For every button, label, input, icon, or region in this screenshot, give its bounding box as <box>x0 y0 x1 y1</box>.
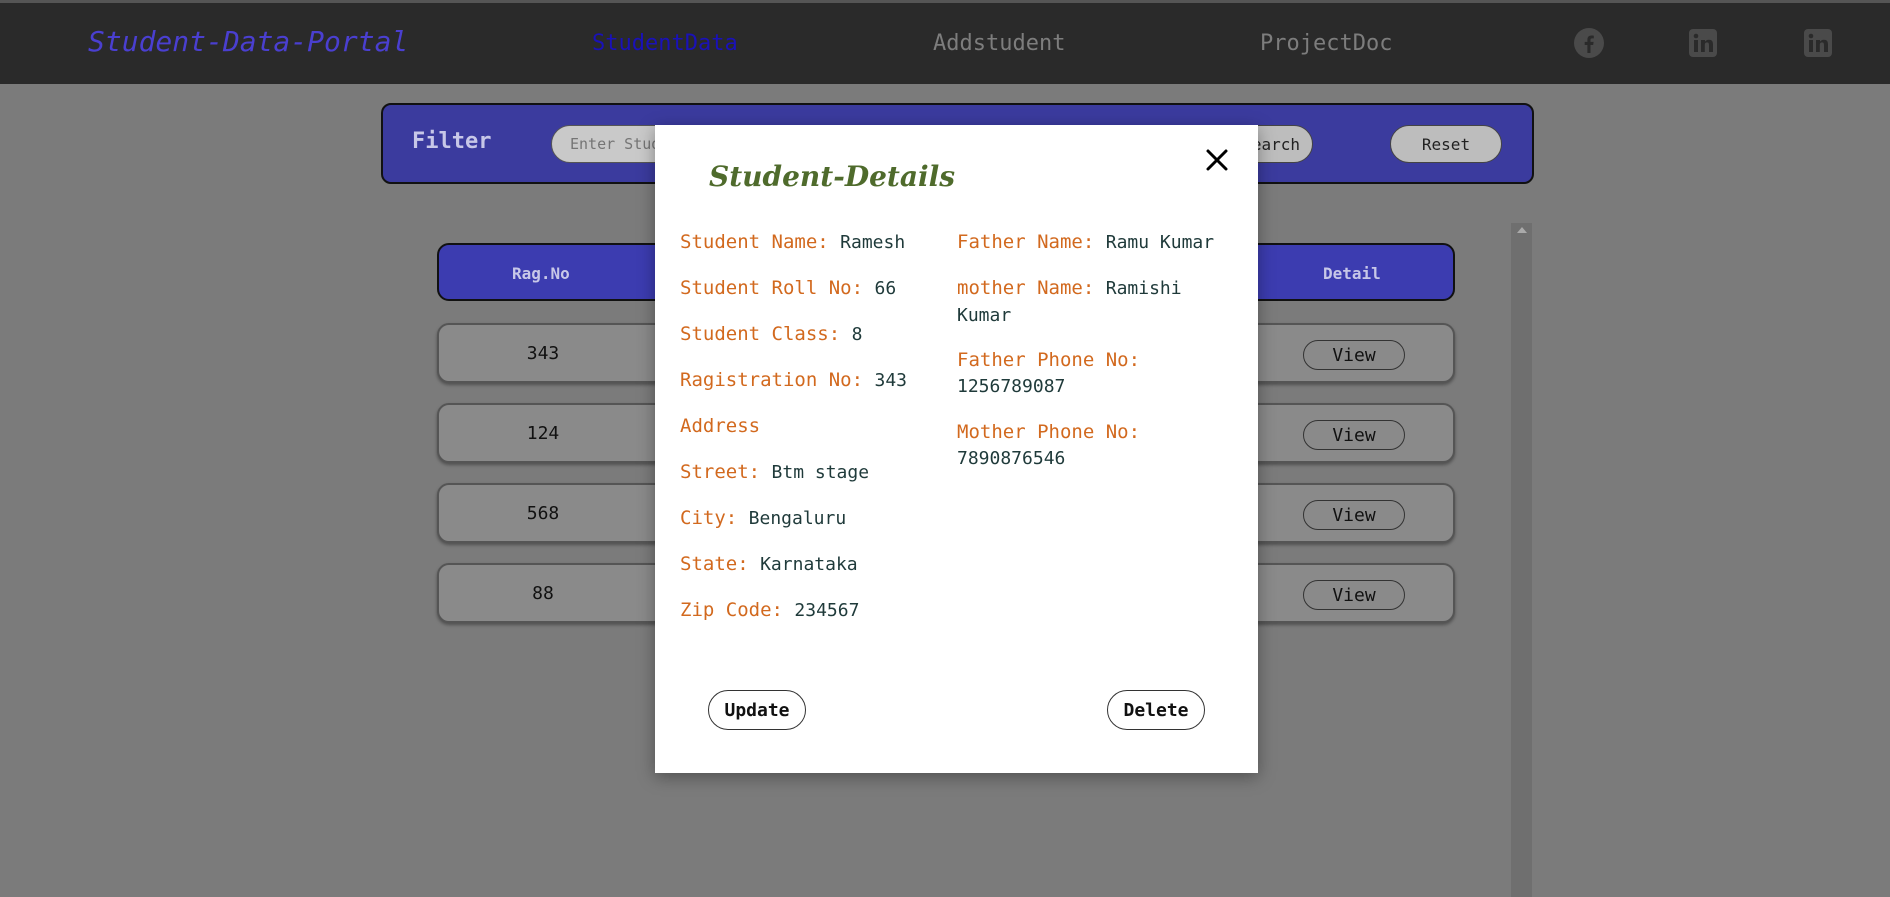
mother-phone-label: Mother Phone No: <box>957 421 1141 443</box>
father-name-label: Father Name: <box>957 231 1095 253</box>
street-value: Btm stage <box>771 462 870 483</box>
mother-name-field: mother Name: Ramishi Kumar <box>957 275 1217 329</box>
city-value: Bengaluru <box>748 508 847 529</box>
state-value: Karnataka <box>760 554 858 575</box>
street-label: Street: <box>680 461 761 483</box>
student-name-value: Ramesh <box>840 232 906 253</box>
roll-no-value: 66 <box>874 278 897 299</box>
update-button[interactable]: Update <box>708 690 806 730</box>
student-name-label: Student Name: <box>680 231 829 253</box>
class-field: Student Class: 8 <box>680 321 862 348</box>
close-icon[interactable] <box>1202 145 1232 175</box>
mother-phone-field: Mother Phone No: 7890876546 <box>957 419 1197 472</box>
mother-name-label: mother Name: <box>957 277 1095 299</box>
class-value: 8 <box>851 324 863 345</box>
mother-phone-value: 7890876546 <box>957 448 1066 469</box>
roll-no-label: Student Roll No: <box>680 277 864 299</box>
father-phone-value: 1256789087 <box>957 376 1066 397</box>
student-name-field: Student Name: Ramesh <box>680 229 905 256</box>
registration-field: Ragistration No: 343 <box>680 367 907 394</box>
street-field: Street: Btm stage <box>680 459 869 486</box>
father-phone-label: Father Phone No: <box>957 349 1141 371</box>
modal-title: Student-Details <box>709 160 956 193</box>
state-label: State: <box>680 553 749 575</box>
student-details-modal: Student-Details Student Name: Ramesh Stu… <box>655 125 1258 773</box>
father-name-field: Father Name: Ramu Kumar <box>957 229 1247 256</box>
registration-value: 343 <box>874 370 907 391</box>
roll-no-field: Student Roll No: 66 <box>680 275 896 302</box>
address-label: Address <box>680 415 761 437</box>
address-heading: Address <box>680 413 760 439</box>
class-label: Student Class: <box>680 323 841 345</box>
zip-field: Zip Code: 234567 <box>680 597 859 624</box>
state-field: State: Karnataka <box>680 551 858 578</box>
city-label: City: <box>680 507 738 529</box>
delete-button[interactable]: Delete <box>1107 690 1205 730</box>
zip-label: Zip Code: <box>680 599 783 621</box>
city-field: City: Bengaluru <box>680 505 846 532</box>
registration-label: Ragistration No: <box>680 369 864 391</box>
father-name-value: Ramu Kumar <box>1105 232 1215 253</box>
zip-value: 234567 <box>794 600 860 621</box>
father-phone-field: Father Phone No: 1256789087 <box>957 347 1197 400</box>
